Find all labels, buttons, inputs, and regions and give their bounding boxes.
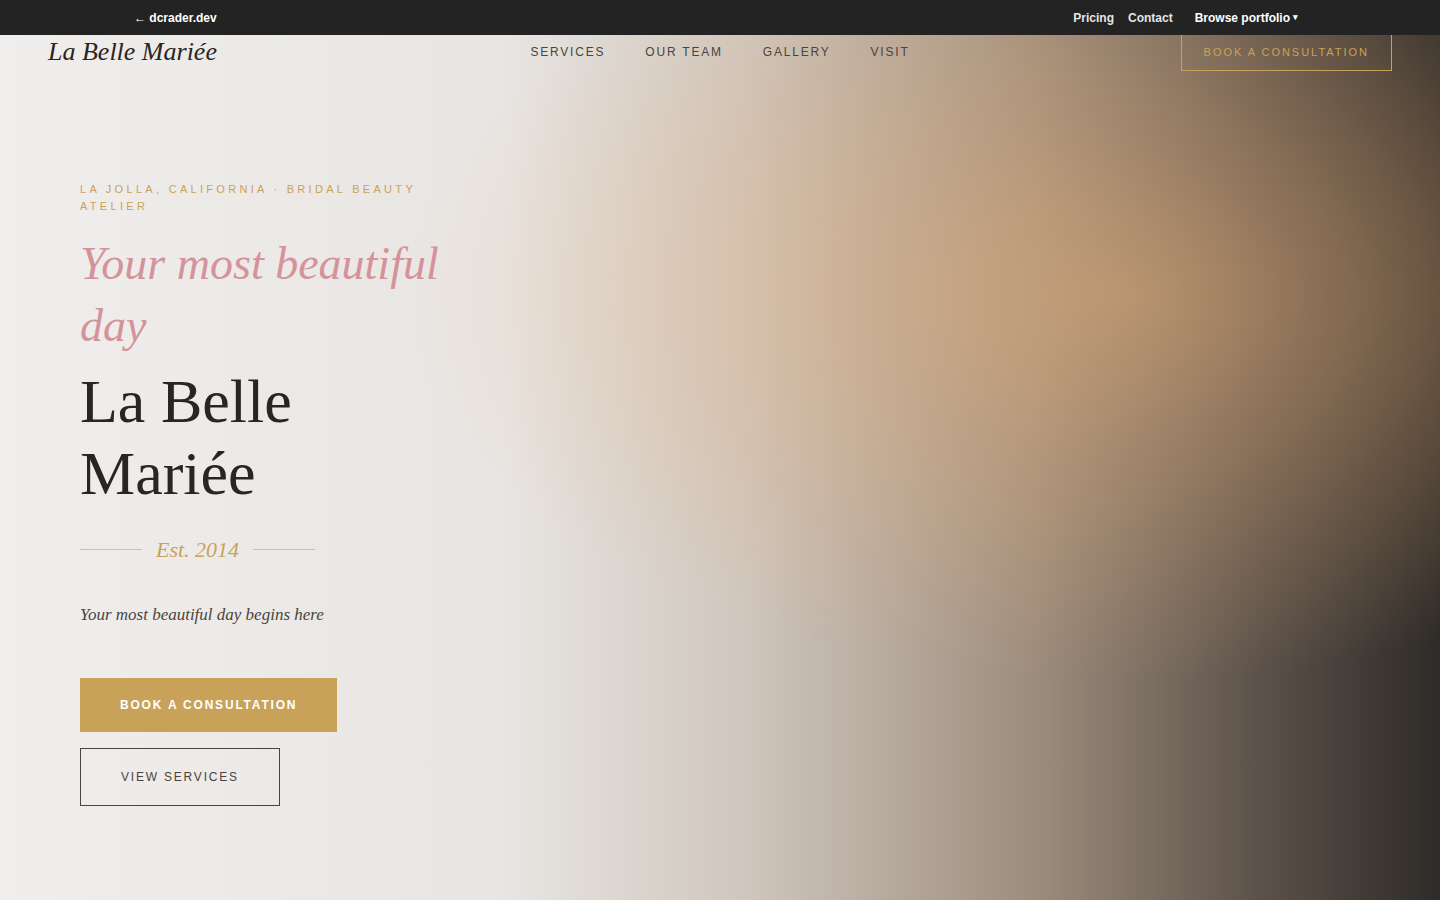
eyebrow: LA JOLLA, CALIFORNIA · BRIDAL BEAUTY ATE…: [80, 181, 460, 215]
top-bar-link[interactable]: Contact: [1128, 9, 1173, 27]
portfolio-top-bar: ← dcrader.dev Pricing Contact Browse portfo…: [0, 0, 1440, 35]
subtitle: Your most beautiful day begins here: [80, 602, 324, 628]
browse-portfolio-button[interactable]: Browse portfolio▾: [1195, 9, 1298, 27]
caret-icon: ▾: [1293, 11, 1298, 25]
divider-line: [253, 549, 315, 550]
hero: La Belle Mariée SERVICES OUR TEAM GALLERY VI…: [0, 35, 1440, 900]
hero-content: LA JOLLA, CALIFORNIA · BRIDAL BEAUTY ATE…: [0, 69, 1440, 806]
nav-link[interactable]: GALLERY: [763, 43, 831, 61]
script-heading: Your most beautiful day: [80, 233, 500, 357]
back-link[interactable]: ← dcrader.dev: [134, 9, 217, 27]
primary-button[interactable]: BOOK A CONSULTATION: [80, 678, 337, 732]
logo[interactable]: La Belle Mariée: [48, 37, 348, 67]
nav-link[interactable]: OUR TEAM: [645, 43, 723, 61]
nav-link[interactable]: VISIT: [871, 43, 910, 61]
site-header: La Belle Mariée SERVICES OUR TEAM GALLERY VI…: [0, 35, 1440, 69]
established-divider: Est. 2014: [80, 533, 315, 566]
top-bar-links: Pricing Contact Browse portfolio▾: [1073, 9, 1298, 27]
header-cta-button[interactable]: BOOK A CONSULTATION: [1181, 33, 1392, 72]
site-nav: SERVICES OUR TEAM GALLERY VISIT: [530, 43, 909, 61]
page: ← dcrader.dev Pricing Contact Browse portfo…: [0, 0, 1440, 900]
hero-title: La Belle Mariée: [80, 365, 380, 509]
top-bar-link[interactable]: Pricing: [1073, 9, 1114, 27]
outline-button[interactable]: VIEW SERVICES: [80, 748, 280, 806]
divider-line: [80, 549, 142, 550]
hero-buttons: BOOK A CONSULTATION VIEW SERVICES: [80, 678, 337, 806]
established: Est. 2014: [156, 533, 239, 566]
nav-link[interactable]: SERVICES: [530, 43, 605, 61]
